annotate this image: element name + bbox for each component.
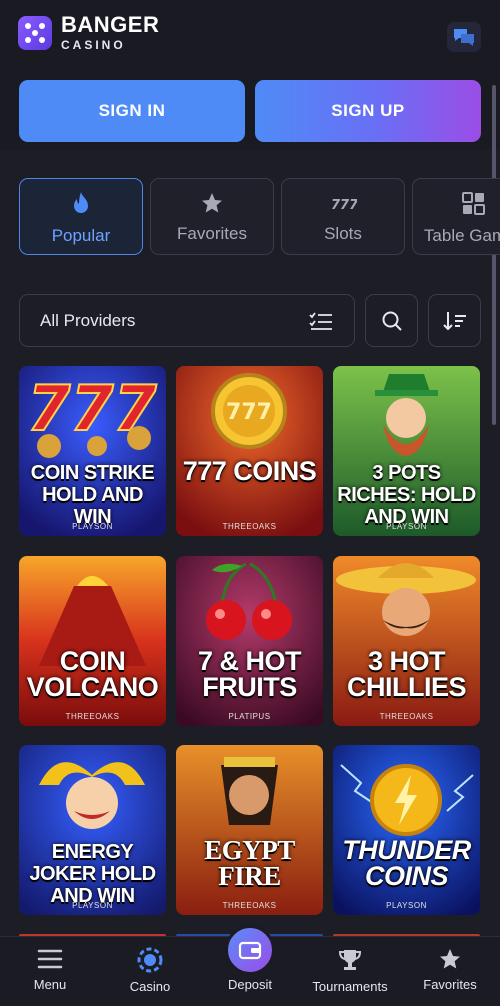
game-provider: THREEOAKS <box>379 712 434 721</box>
game-provider: THREEOAKS <box>222 522 277 531</box>
brand-name: BANGER <box>61 12 160 37</box>
table-games-icon <box>462 192 485 215</box>
providers-label: All Providers <box>40 310 136 330</box>
777-icon: 777 <box>331 198 357 213</box>
nav-favorites[interactable]: Favorites <box>400 937 500 1006</box>
dice-icon <box>18 15 52 50</box>
game-title: 777 COINS <box>182 456 317 486</box>
sort-icon <box>442 311 466 330</box>
game-art: 777 <box>176 366 323 536</box>
search-icon <box>382 311 402 331</box>
game-card[interactable]: EGYPT FIRE THREEOAKS <box>176 745 323 915</box>
game-provider: THREEOAKS <box>65 712 120 721</box>
game-card[interactable]: 3 HOT CHILLIES THREEOAKS <box>333 556 480 726</box>
brand-logo[interactable]: BANGER CASINO <box>18 14 159 51</box>
game-card[interactable]: THUNDER COINS PLAYSON <box>333 745 480 915</box>
game-title: 7 & HOT FRUITS <box>197 646 302 702</box>
scrollbar[interactable] <box>492 85 496 425</box>
sort-button[interactable] <box>428 294 481 347</box>
game-provider: PLAYSON <box>386 522 427 531</box>
star-icon <box>440 949 460 969</box>
tab-slots[interactable]: 777 Slots <box>281 178 405 255</box>
flame-icon <box>74 192 88 213</box>
deposit-button[interactable] <box>225 925 275 975</box>
casino-chip-icon <box>137 947 163 973</box>
tab-favorites[interactable]: Favorites <box>150 178 274 255</box>
game-title: EGYPT FIRE <box>204 835 295 891</box>
nav-deposit-label[interactable]: Deposit <box>200 977 300 992</box>
category-tabs: Popular Favorites 777 Slots Table Games <box>19 178 500 255</box>
tab-popular[interactable]: Popular <box>19 178 143 255</box>
star-icon <box>202 193 222 213</box>
game-title: COIN VOLCANO <box>26 646 159 702</box>
menu-icon <box>37 949 63 969</box>
game-card[interactable]: 3 POTS RICHES: HOLD AND WIN PLAYSON <box>333 366 480 536</box>
game-title: 3 POTS RICHES: HOLD AND WIN <box>337 462 476 528</box>
sign-in-button[interactable]: SIGN IN <box>19 80 245 142</box>
svg-text:777: 777 <box>331 198 357 213</box>
nav-tournaments[interactable]: Tournaments <box>300 937 400 1006</box>
game-title: 3 HOT CHILLIES <box>346 646 467 702</box>
game-card[interactable]: 777 777 COINS THREEOAKS <box>176 366 323 536</box>
game-card[interactable]: 777 COIN STRIKE HOLD AND WIN PLAYSON <box>19 366 166 536</box>
game-provider: PLAYSON <box>386 901 427 910</box>
filter-list-icon <box>309 311 332 330</box>
game-title: COIN STRIKE HOLD AND WIN <box>30 462 155 528</box>
game-title: THUNDER COINS <box>342 835 471 891</box>
game-provider: PLAYSON <box>72 901 113 910</box>
chat-icon <box>454 29 474 46</box>
game-card[interactable]: 7 & HOT FRUITS PLATIPUS <box>176 556 323 726</box>
game-title: ENERGY JOKER HOLD AND WIN <box>29 841 156 907</box>
game-provider: PLAYSON <box>72 522 113 531</box>
svg-text:777: 777 <box>226 400 272 425</box>
providers-dropdown[interactable]: All Providers <box>19 294 355 347</box>
wallet-icon <box>238 941 262 960</box>
header: BANGER CASINO SIGN IN SIGN UP <box>0 0 500 150</box>
game-provider: PLATIPUS <box>228 712 271 721</box>
search-button[interactable] <box>365 294 418 347</box>
brand-subtitle: CASINO <box>61 38 126 52</box>
game-provider: THREEOAKS <box>222 901 277 910</box>
nav-casino[interactable]: Casino <box>100 937 200 1006</box>
game-card[interactable]: ENERGY JOKER HOLD AND WIN PLAYSON <box>19 745 166 915</box>
sign-up-button[interactable]: SIGN UP <box>255 80 481 142</box>
game-card[interactable]: COIN VOLCANO THREEOAKS <box>19 556 166 726</box>
trophy-icon <box>338 950 362 970</box>
tab-table-games[interactable]: Table Games <box>412 178 500 255</box>
nav-menu[interactable]: Menu <box>0 937 100 1006</box>
chat-button[interactable] <box>447 22 481 52</box>
